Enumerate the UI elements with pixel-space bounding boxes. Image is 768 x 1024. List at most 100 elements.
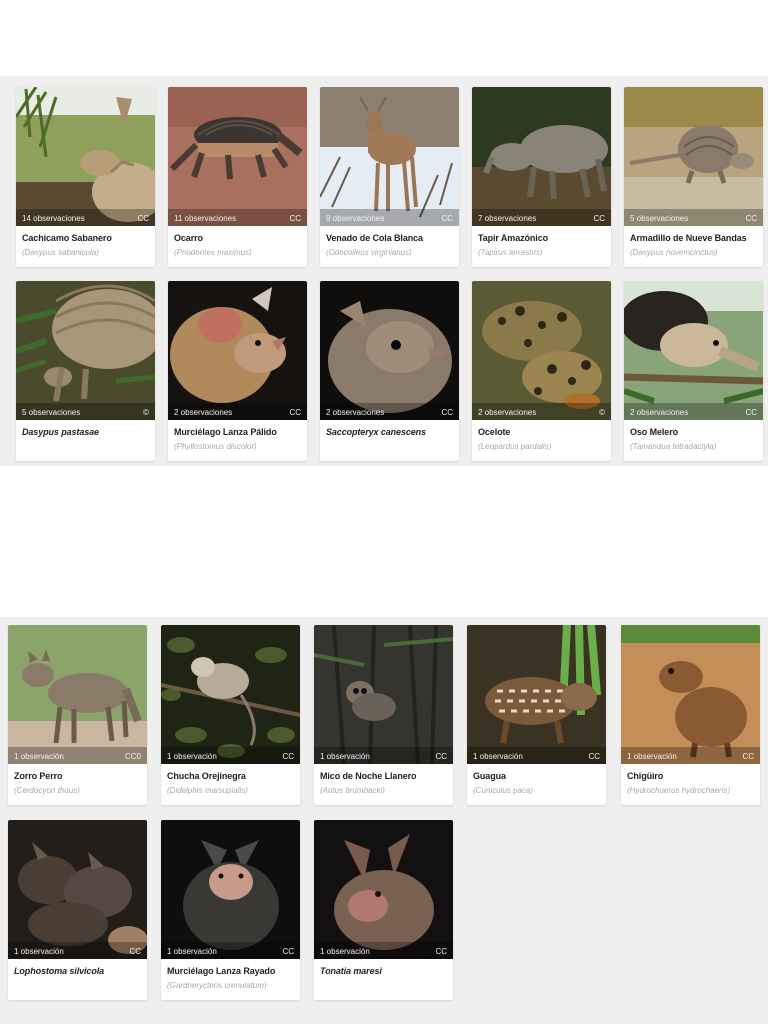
- bat-photo: 2 observaciones CC: [168, 281, 307, 420]
- license-badge[interactable]: CC: [129, 947, 141, 956]
- species-scientific-name: (Tapirus terrestris): [478, 248, 543, 257]
- observation-count: 2 observaciones: [326, 408, 385, 417]
- license-badge[interactable]: CC: [289, 408, 301, 417]
- armadillo-photo: 14 observaciones CC: [16, 87, 155, 226]
- capybara-photo: 1 observación CC: [621, 625, 760, 764]
- species-common-name[interactable]: Tapir Amazónico: [478, 233, 548, 243]
- species-common-name[interactable]: Chucha Orejinegra: [167, 771, 246, 781]
- species-scientific-name: (Dasypus sabanicola): [22, 248, 99, 257]
- giant-armadillo-photo: 11 observaciones CC: [168, 87, 307, 226]
- license-badge[interactable]: ©: [143, 408, 149, 417]
- species-scientific-name: (Hydrochoerus hydrochaeris): [627, 786, 731, 795]
- species-common-name[interactable]: Dasypus pastasae: [22, 427, 99, 437]
- observation-count: 1 observación: [167, 752, 217, 761]
- species-card[interactable]: 5 observaciones CC Armadillo de Nueve Ba…: [624, 87, 763, 267]
- species-card[interactable]: 11 observaciones CC Ocarro (Priodontes m…: [168, 87, 307, 267]
- license-badge[interactable]: CC: [137, 214, 149, 223]
- species-card[interactable]: 14 observaciones CC Cachicamo Sabanero (…: [16, 87, 155, 267]
- observation-count: 1 observación: [627, 752, 677, 761]
- species-common-name[interactable]: Lophostoma silvicola: [14, 966, 104, 976]
- species-common-name[interactable]: Venado de Cola Blanca: [326, 233, 423, 243]
- observation-count: 2 observaciones: [630, 408, 689, 417]
- tapir-photo: 7 observaciones CC: [472, 87, 611, 226]
- species-scientific-name: (Cuniculus paca): [473, 786, 534, 795]
- species-common-name[interactable]: Cachicamo Sabanero: [22, 233, 112, 243]
- observation-count: 9 observaciones: [326, 214, 385, 223]
- observation-count: 1 observación: [14, 947, 64, 956]
- observation-count: 2 observaciones: [174, 408, 233, 417]
- species-common-name[interactable]: Murciélago Lanza Rayado: [167, 966, 275, 976]
- observation-count: 2 observaciones: [478, 408, 537, 417]
- license-badge[interactable]: CC: [588, 752, 600, 761]
- species-common-name[interactable]: Guagua: [473, 771, 506, 781]
- opossum-photo: 1 observación CC: [161, 625, 300, 764]
- species-common-name[interactable]: Oso Melero: [630, 427, 678, 437]
- species-common-name[interactable]: Ocelote: [478, 427, 510, 437]
- license-badge[interactable]: ©: [599, 408, 605, 417]
- observation-count: 1 observación: [320, 752, 370, 761]
- species-scientific-name: (Odocoileus virginianus): [326, 248, 412, 257]
- species-scientific-name: (Priodontes maximus): [174, 248, 252, 257]
- species-card[interactable]: 2 observaciones CC Murciélago Lanza Páli…: [168, 281, 307, 461]
- species-scientific-name: (Dasypus novemcinctus): [630, 248, 718, 257]
- paca-photo: 1 observación CC: [467, 625, 606, 764]
- species-scientific-name: (Didelphis marsupialis): [167, 786, 248, 795]
- observation-count: 7 observaciones: [478, 214, 537, 223]
- license-badge[interactable]: CC: [742, 752, 754, 761]
- species-card[interactable]: 2 observaciones CC Oso Melero (Tamandua …: [624, 281, 763, 461]
- observation-count: 5 observaciones: [22, 408, 81, 417]
- license-badge[interactable]: CC0: [125, 752, 141, 761]
- species-card[interactable]: 1 observación CC Lophostoma silvicola: [8, 820, 147, 1000]
- license-badge[interactable]: CC: [593, 214, 605, 223]
- species-scientific-name: (Phyllostomus discolor): [174, 442, 257, 451]
- species-card[interactable]: 1 observación CC Murciélago Lanza Rayado…: [161, 820, 300, 1000]
- species-card[interactable]: 5 observaciones © Dasypus pastasae: [16, 281, 155, 461]
- license-badge[interactable]: CC: [289, 214, 301, 223]
- license-badge[interactable]: CC: [282, 947, 294, 956]
- observation-count: 1 observación: [473, 752, 523, 761]
- license-badge[interactable]: CC: [441, 408, 453, 417]
- species-card[interactable]: 2 observaciones CC Saccopteryx canescens: [320, 281, 459, 461]
- observation-count: 11 observaciones: [174, 214, 237, 223]
- license-badge[interactable]: CC: [745, 408, 757, 417]
- species-common-name[interactable]: Ocarro: [174, 233, 203, 243]
- species-common-name[interactable]: Zorro Perro: [14, 771, 63, 781]
- bat-photo: 1 observación CC: [8, 820, 147, 959]
- license-badge[interactable]: CC: [282, 752, 294, 761]
- species-card[interactable]: 1 observación CC Guagua (Cuniculus paca): [467, 625, 606, 805]
- species-scientific-name: (Aotus brumbacki): [320, 786, 385, 795]
- license-badge[interactable]: CC: [435, 947, 447, 956]
- species-card[interactable]: 9 observaciones CC Venado de Cola Blanca…: [320, 87, 459, 267]
- species-common-name[interactable]: Saccopteryx canescens: [326, 427, 426, 437]
- observation-count: 14 observaciones: [22, 214, 85, 223]
- license-badge[interactable]: CC: [441, 214, 453, 223]
- species-card[interactable]: 1 observación CC Chigüiro (Hydrochoerus …: [621, 625, 760, 805]
- species-scientific-name: (Leopardus pardalis): [478, 442, 552, 451]
- license-badge[interactable]: CC: [745, 214, 757, 223]
- species-common-name[interactable]: Murciélago Lanza Pálido: [174, 427, 277, 437]
- species-scientific-name: (Cerdocyon thous): [14, 786, 80, 795]
- species-card[interactable]: 1 observación CC Chucha Orejinegra (Dide…: [161, 625, 300, 805]
- armadillo-photo: 5 observaciones ©: [16, 281, 155, 420]
- observation-count: 1 observación: [320, 947, 370, 956]
- species-scientific-name: (Gardnerycteris crenulatum): [167, 981, 267, 990]
- bat-photo: 2 observaciones CC: [320, 281, 459, 420]
- fox-photo: 1 observación CC0: [8, 625, 147, 764]
- night-monkey-photo: 1 observación CC: [314, 625, 453, 764]
- bat-photo: 1 observación CC: [161, 820, 300, 959]
- species-card[interactable]: 7 observaciones CC Tapir Amazónico (Tapi…: [472, 87, 611, 267]
- armadillo-photo: 5 observaciones CC: [624, 87, 763, 226]
- anteater-photo: 2 observaciones CC: [624, 281, 763, 420]
- observation-count: 1 observación: [167, 947, 217, 956]
- species-card[interactable]: 1 observación CC0 Zorro Perro (Cerdocyon…: [8, 625, 147, 805]
- species-common-name[interactable]: Chigüiro: [627, 771, 663, 781]
- species-common-name[interactable]: Mico de Noche Llanero: [320, 771, 417, 781]
- species-card[interactable]: 1 observación CC Mico de Noche Llanero (…: [314, 625, 453, 805]
- ocelot-photo: 2 observaciones ©: [472, 281, 611, 420]
- species-common-name[interactable]: Armadillo de Nueve Bandas: [630, 233, 747, 243]
- species-card[interactable]: 2 observaciones © Ocelote (Leopardus par…: [472, 281, 611, 461]
- species-card[interactable]: 1 observación CC Tonatia maresi: [314, 820, 453, 1000]
- license-badge[interactable]: CC: [435, 752, 447, 761]
- species-common-name[interactable]: Tonatia maresi: [320, 966, 382, 976]
- observation-count: 5 observaciones: [630, 214, 689, 223]
